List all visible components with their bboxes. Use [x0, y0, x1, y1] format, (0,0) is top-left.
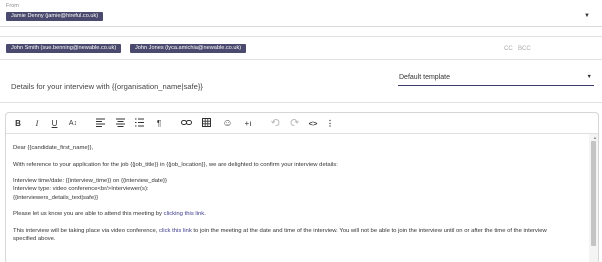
template-select[interactable]: Default template ▼ [398, 71, 594, 86]
code-view-button[interactable]: <> [307, 118, 319, 129]
recipient-chip[interactable]: John Smith (sue.benning@newable.co.uk) [6, 44, 122, 53]
list-icon[interactable] [135, 118, 145, 129]
body-text: This interview will be taking place via … [13, 227, 160, 234]
scrollbar-thumb[interactable] [591, 141, 596, 246]
attend-link[interactable]: clicking this link [164, 211, 205, 217]
body-line: This interview will be taking place via … [13, 227, 583, 235]
caret-down-icon[interactable]: ▼ [584, 13, 590, 19]
emoji-icon[interactable]: ☺ [222, 118, 233, 129]
more-options-icon[interactable]: ⋮ [326, 118, 334, 129]
divider [0, 102, 602, 103]
body-line: With reference to your application for t… [13, 161, 338, 168]
template-value: Default template [399, 74, 450, 81]
email-body[interactable]: Dear {{candidate_first_name}}, With refe… [13, 144, 583, 244]
body-line: Please let us know you are able to atten… [13, 210, 583, 218]
body-text: . [204, 211, 206, 218]
body-line: specified above. [13, 236, 56, 243]
paragraph-icon[interactable]: ¶ [154, 118, 164, 129]
bold-button[interactable]: B [14, 118, 22, 129]
body-line: Interview type: video conference<br/>Int… [13, 186, 149, 193]
underline-button[interactable]: U [50, 118, 59, 129]
body-text: Please let us know you are able to atten… [13, 211, 164, 218]
body-text: to join the meeting at the date and time… [191, 227, 547, 234]
join-link[interactable]: click this link [159, 228, 192, 234]
redo-icon[interactable] [290, 118, 300, 129]
editor-toolbar: B I U A↕ ¶ ☺ +ı <> ⋮ [6, 113, 598, 134]
cc-toggle[interactable]: CC [504, 46, 513, 52]
insert-field-button[interactable]: +ı [242, 118, 254, 129]
align-center-icon[interactable] [116, 118, 126, 129]
font-size-button[interactable]: A↕ [67, 118, 79, 129]
email-subject[interactable]: Details for your interview with {{organi… [11, 82, 203, 91]
undo-icon[interactable] [271, 118, 281, 129]
align-left-icon[interactable] [96, 118, 106, 129]
body-line: {{interviewers_details_text|safe}} [13, 194, 99, 201]
recipient-chip[interactable]: John Jones (lyca.amichia@newable.co.uk) [130, 44, 247, 53]
body-line: Dear {{candidate_first_name}}, [13, 145, 94, 151]
caret-down-icon[interactable]: ▼ [587, 74, 592, 80]
scroll-up-icon[interactable]: ▲ [593, 135, 597, 140]
link-icon[interactable] [181, 118, 193, 129]
from-select[interactable]: Jamie Denny (jamie@hireful.co.uk) ▼ [0, 9, 602, 27]
from-chip[interactable]: Jamie Denny (jamie@hireful.co.uk) [6, 12, 104, 21]
table-icon[interactable] [202, 118, 213, 129]
bcc-toggle[interactable]: BCC [518, 46, 531, 52]
italic-button[interactable]: I [33, 118, 41, 129]
email-editor[interactable]: B I U A↕ ¶ ☺ +ı <> ⋮ Dear {{candidate_fi… [5, 112, 599, 262]
body-line: Interview time/date: {{interview_time}} … [13, 178, 167, 185]
recipients-field[interactable]: John Smith (sue.benning@newable.co.uk) J… [0, 36, 602, 60]
